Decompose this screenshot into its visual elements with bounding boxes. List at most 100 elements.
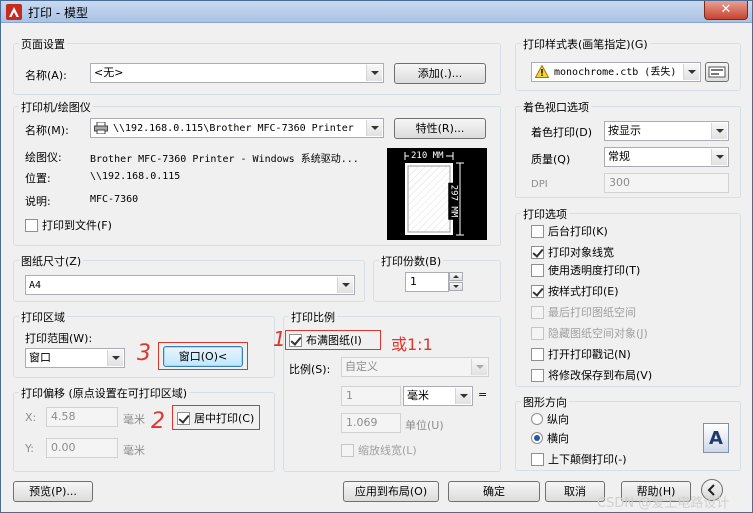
quality-value: 常规 <box>608 150 630 163</box>
offset-x-unit: 毫米 <box>123 413 145 426</box>
chevron-down-icon[interactable] <box>366 65 382 81</box>
portrait-label: 纵向 <box>547 413 569 426</box>
shade-plot-label: 着色打印(D) <box>531 126 593 139</box>
shade-plot-combo[interactable]: 按显示 <box>604 121 729 141</box>
plotter-value: Brother MFC-7360 Printer - Windows 系统驱动.… <box>90 154 359 165</box>
plot-lineweights-label: 打印对象线宽 <box>548 246 614 259</box>
ok-button[interactable]: 确定 <box>448 481 540 502</box>
copies-spin-down[interactable] <box>449 282 463 291</box>
dpi-label: DPI <box>531 179 548 190</box>
shaded-viewport-group-label: 着色视口选项 <box>521 99 591 115</box>
plot-style-table-group-label: 打印样式表(画笔指定)(G) <box>521 36 650 52</box>
window-title: 打印 - 模型 <box>28 6 88 20</box>
background-plot-checkbox[interactable]: 后台打印(K) <box>531 225 608 239</box>
plot-range-combo[interactable]: 窗口 <box>25 348 125 368</box>
title-bar[interactable]: 打印 - 模型 ✕ <box>1 1 752 23</box>
radio-dot[interactable] <box>531 432 543 444</box>
close-button[interactable]: ✕ <box>704 1 748 20</box>
scale-equals: = <box>478 388 488 401</box>
checkbox-box[interactable] <box>531 285 544 298</box>
landscape-radio[interactable]: 横向 <box>531 432 569 446</box>
quality-combo[interactable]: 常规 <box>604 147 729 167</box>
scale-combo[interactable]: 自定义 <box>341 357 489 377</box>
offset-y-input[interactable]: 0.00 <box>46 438 118 458</box>
plot-lineweights-checkbox[interactable]: 打印对象线宽 <box>531 246 614 260</box>
checkbox-box[interactable] <box>531 348 544 361</box>
print-to-file-checkbox[interactable]: 打印到文件(F) <box>25 219 112 233</box>
orientation-preview-icon: A <box>703 423 729 453</box>
checkbox-box[interactable] <box>531 453 544 466</box>
printer-properties-button[interactable]: 特性(R)... <box>394 118 486 139</box>
plot-stamp-label: 打开打印戳记(N) <box>548 348 631 361</box>
print-dialog: 打印 - 模型 ✕ 页面设置 名称(A): <无> 添加(.)... 打印机/绘… <box>0 0 753 513</box>
apply-to-layout-button[interactable]: 应用到布局(O) <box>343 481 439 502</box>
chevron-down-icon[interactable] <box>107 350 123 366</box>
plot-paperspace-last-label: 最后打印图纸空间 <box>548 306 636 319</box>
location-label: 位置: <box>25 172 51 185</box>
page-setup-name-combo[interactable]: <无> <box>90 63 384 83</box>
cancel-button[interactable]: 取消 <box>545 481 605 502</box>
hide-paperspace-objects-checkbox[interactable]: 隐藏图纸空间对象(J) <box>531 327 648 341</box>
checkbox-box[interactable] <box>531 264 544 277</box>
preview-height-label: 297 MM <box>448 182 459 220</box>
chevron-down-icon[interactable] <box>711 149 727 165</box>
description-label: 说明: <box>25 195 51 208</box>
plot-area-group-label: 打印区域 <box>19 309 67 325</box>
add-page-setup-button[interactable]: 添加(.)... <box>394 63 486 84</box>
plot-stamp-checkbox[interactable]: 打开打印戳记(N) <box>531 348 631 362</box>
orientation-group-label: 图形方向 <box>521 394 569 410</box>
plotter-label: 绘图仪: <box>25 151 62 164</box>
landscape-label: 横向 <box>547 432 569 445</box>
fit-to-paper-highlight <box>285 330 381 350</box>
page-setup-name-value: <无> <box>94 66 124 79</box>
checkbox-box[interactable] <box>341 444 354 457</box>
checkbox-box[interactable] <box>531 225 544 238</box>
plot-transparency-checkbox[interactable]: 使用透明度打印(T) <box>531 264 640 278</box>
quality-label: 质量(Q) <box>531 153 571 166</box>
window-button-highlight <box>158 342 248 370</box>
paper-size-combo[interactable]: A4 <box>25 275 355 295</box>
chevron-down-icon[interactable] <box>471 359 487 375</box>
chevron-down-icon[interactable] <box>455 388 471 404</box>
scale-lineweights-label: 缩放线宽(L) <box>358 444 417 457</box>
paper-preview-graphic <box>404 152 464 236</box>
chevron-down-icon[interactable] <box>337 277 353 293</box>
offset-x-input[interactable]: 4.58 <box>46 407 118 427</box>
scale-numerator-input[interactable]: 1 <box>341 386 401 406</box>
save-to-layout-checkbox[interactable]: 将修改保存到布局(V) <box>531 369 652 383</box>
copies-input[interactable]: 1 <box>405 272 449 292</box>
paper-preview: 210 MM 297 MM <box>387 148 487 240</box>
center-plot-highlight <box>172 405 260 430</box>
checkbox-box[interactable] <box>25 219 38 232</box>
plot-with-styles-checkbox[interactable]: 按样式打印(E) <box>531 285 619 299</box>
portrait-radio[interactable]: 纵向 <box>531 413 569 427</box>
checkbox-box[interactable] <box>531 369 544 382</box>
plot-style-table-value: monochrome.ctb (丢失) <box>554 67 677 78</box>
checkbox-box[interactable] <box>531 306 544 319</box>
scale-unit-combo[interactable]: 毫米 <box>403 386 473 406</box>
plot-style-table-combo[interactable]: monochrome.ctb (丢失) <box>531 62 701 82</box>
plot-offset-group <box>13 392 275 472</box>
radio-dot[interactable] <box>531 413 543 425</box>
copies-group-label: 打印份数(B) <box>379 253 444 269</box>
scale-denominator-input[interactable]: 1.069 <box>341 413 401 433</box>
printer-name-combo[interactable]: \\192.168.0.115\Brother MFC-7360 Printer <box>90 118 384 138</box>
chevron-down-icon[interactable] <box>711 123 727 139</box>
preview-button[interactable]: 预览(P)... <box>13 481 93 502</box>
checkbox-box[interactable] <box>531 246 544 259</box>
background-plot-label: 后台打印(K) <box>548 225 608 238</box>
chevron-down-icon[interactable] <box>366 120 382 136</box>
plot-paperspace-last-checkbox[interactable]: 最后打印图纸空间 <box>531 306 636 320</box>
chevron-down-icon[interactable] <box>683 64 699 80</box>
checkbox-box[interactable] <box>531 327 544 340</box>
plot-scale-group-label: 打印比例 <box>289 309 337 325</box>
plot-style-edit-button[interactable] <box>705 62 729 82</box>
printer-name-label: 名称(M): <box>25 124 69 137</box>
dpi-input[interactable]: 300 <box>604 173 729 193</box>
orientation-letter: A <box>709 428 723 449</box>
scale-lineweights-checkbox[interactable]: 缩放线宽(L) <box>341 444 417 458</box>
plot-options-group-label: 打印选项 <box>521 206 569 222</box>
offset-y-unit: 毫米 <box>123 444 145 457</box>
copies-spin-up[interactable] <box>449 272 463 281</box>
upside-down-checkbox[interactable]: 上下颠倒打印(-) <box>531 453 627 467</box>
